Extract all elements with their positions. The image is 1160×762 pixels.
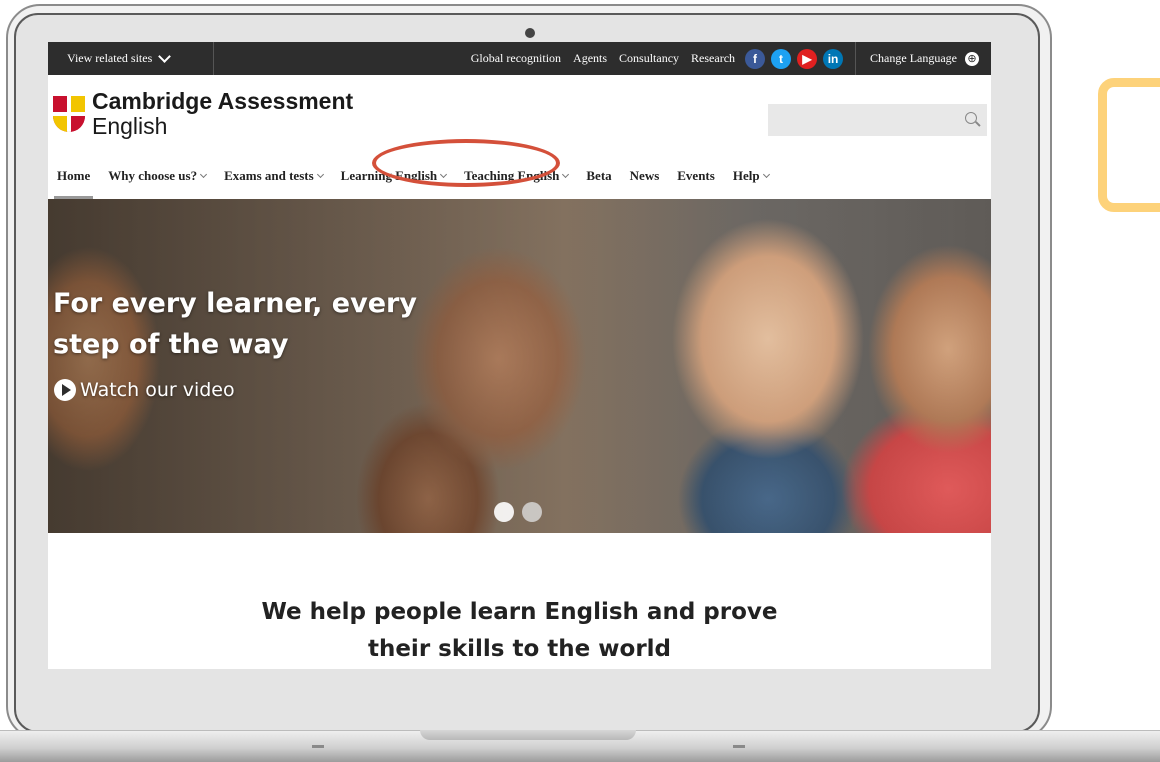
- hero-banner[interactable]: For every learner, every step of the way…: [48, 199, 991, 533]
- nav-item-news[interactable]: News: [621, 153, 669, 199]
- chevron-down-icon: [158, 49, 172, 63]
- search-input[interactable]: [768, 104, 987, 136]
- nav-item-events[interactable]: Events: [668, 153, 724, 199]
- link-global-recognition[interactable]: Global recognition: [471, 51, 561, 66]
- nav-label: News: [629, 168, 660, 183]
- watch-video-label: Watch our video: [80, 379, 235, 401]
- top-links: Global recognition Agents Consultancy Re…: [471, 51, 735, 66]
- chevron-down-icon: [562, 170, 570, 179]
- hero-overlay: [48, 199, 991, 533]
- tagline-line2: their skills to the world: [367, 636, 672, 662]
- webcam-icon: [525, 28, 535, 38]
- nav-item-why-choose-us[interactable]: Why choose us?: [99, 153, 215, 199]
- play-icon: [54, 379, 76, 401]
- laptop-foot: [312, 745, 324, 748]
- youtube-icon[interactable]: ▶: [797, 48, 818, 69]
- nav-label: Why choose us?: [108, 168, 198, 183]
- hero-title-line2: step of the way: [53, 329, 289, 360]
- search-icon[interactable]: [965, 112, 977, 124]
- brand-name-line1: Cambridge Assessment: [92, 88, 354, 114]
- tagline-line1: We help people learn English and prove: [261, 599, 778, 625]
- chevron-down-icon: [762, 170, 770, 179]
- linkedin-icon[interactable]: in: [823, 48, 844, 69]
- nav-label: Home: [57, 168, 91, 183]
- nav-item-help[interactable]: Help: [724, 153, 778, 199]
- brand-name-line2: English: [92, 113, 168, 139]
- carousel-dot[interactable]: [522, 502, 542, 522]
- carousel-dots: [494, 502, 542, 522]
- nav-label: Beta: [586, 168, 612, 183]
- hero-title: For every learner, every step of the way: [53, 283, 417, 365]
- brand-name[interactable]: Cambridge Assessment English: [92, 89, 353, 139]
- nav-label: Help: [732, 168, 760, 183]
- facebook-icon[interactable]: f: [745, 48, 766, 69]
- globe-icon: ⊕: [965, 51, 979, 66]
- nav-label: Events: [677, 168, 715, 183]
- nav-label: Exams and tests: [224, 168, 314, 183]
- crest-logo-icon[interactable]: [53, 96, 85, 132]
- twitter-icon[interactable]: t: [771, 48, 792, 69]
- related-sites-label: View related sites: [67, 51, 153, 65]
- highlight-annotation: [372, 139, 560, 187]
- nav-item-home[interactable]: Home: [48, 153, 99, 199]
- link-consultancy[interactable]: Consultancy: [619, 51, 679, 66]
- laptop-foot: [733, 745, 745, 748]
- decorative-frame: [1098, 78, 1160, 212]
- nav-item-exams-and-tests[interactable]: Exams and tests: [215, 153, 332, 199]
- nav-item-beta[interactable]: Beta: [577, 153, 620, 199]
- watch-video-link[interactable]: Watch our video: [54, 379, 235, 401]
- chevron-down-icon: [316, 170, 324, 179]
- laptop-notch: [420, 730, 636, 740]
- social-links: f t ▶ in: [745, 48, 844, 69]
- chevron-down-icon: [200, 170, 208, 179]
- hero-title-line1: For every learner, every: [53, 288, 417, 319]
- link-agents[interactable]: Agents: [573, 51, 607, 66]
- top-utility-bar: View related sites Global recognition Ag…: [48, 42, 991, 75]
- browser-screen: View related sites Global recognition Ag…: [48, 42, 991, 669]
- view-related-sites-button[interactable]: View related sites: [48, 42, 214, 75]
- change-language-label: Change Language: [870, 51, 957, 65]
- carousel-dot[interactable]: [494, 502, 514, 522]
- tagline: We help people learn English and prove t…: [48, 594, 991, 668]
- link-research[interactable]: Research: [691, 51, 735, 66]
- change-language-button[interactable]: Change Language ⊕: [855, 42, 991, 75]
